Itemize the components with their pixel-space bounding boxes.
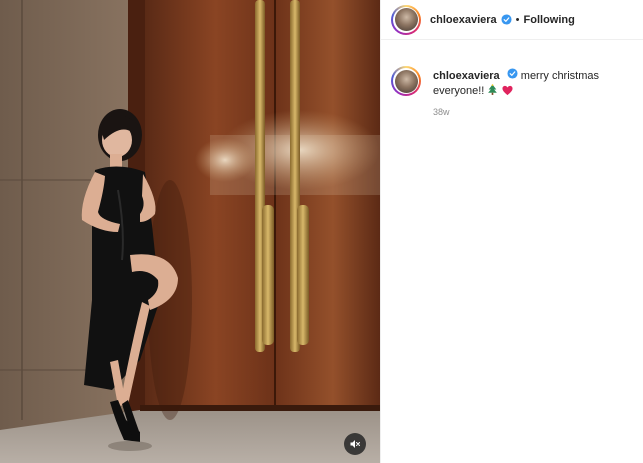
caption-body: chloexaviera merry christmas everyone!! (433, 68, 633, 117)
instagram-post: chloexaviera • Following chloexaviera me… (0, 0, 643, 463)
header-username[interactable]: chloexaviera (430, 14, 497, 26)
mute-toggle-button[interactable] (344, 433, 366, 455)
caption-username[interactable]: chloexaviera (433, 70, 500, 82)
caption-comment: chloexaviera merry christmas everyone!! (381, 40, 643, 117)
post-sidebar: chloexaviera • Following chloexaviera me… (380, 0, 643, 463)
avatar[interactable] (391, 4, 421, 35)
verified-badge-icon (501, 14, 512, 25)
muted-speaker-icon (350, 440, 360, 448)
caption-text: chloexaviera merry christmas everyone!! (433, 68, 633, 99)
following-button[interactable]: Following (524, 14, 575, 26)
heart-icon (501, 85, 513, 97)
post-timestamp[interactable]: 38w (433, 107, 633, 117)
post-photo (0, 0, 380, 463)
verified-badge-icon (507, 68, 518, 79)
separator-dot: • (515, 13, 520, 26)
caption-avatar[interactable] (391, 66, 421, 96)
post-media[interactable] (0, 0, 380, 463)
tree-icon (487, 84, 501, 97)
post-header: chloexaviera • Following (381, 0, 643, 40)
